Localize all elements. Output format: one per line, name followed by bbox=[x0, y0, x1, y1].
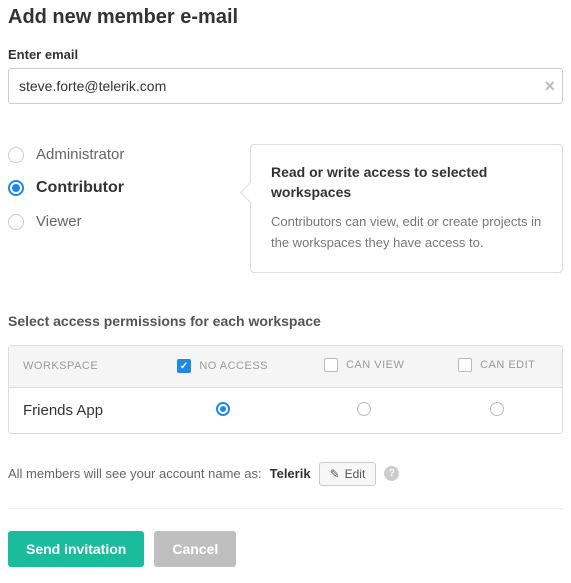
close-icon: × bbox=[544, 76, 555, 96]
clear-email-button[interactable]: × bbox=[544, 77, 555, 95]
role-description-box: Read or write access to selected workspa… bbox=[250, 144, 563, 273]
radio-icon bbox=[8, 214, 24, 230]
col-can-edit[interactable]: CAN EDIT bbox=[458, 358, 535, 372]
role-label: Viewer bbox=[36, 213, 82, 230]
permission-radio-canview[interactable] bbox=[357, 402, 371, 416]
role-label: Administrator bbox=[36, 146, 124, 163]
checkbox-icon bbox=[177, 359, 191, 373]
page-title: Add new member e-mail bbox=[8, 6, 563, 29]
cancel-button[interactable]: Cancel bbox=[154, 531, 236, 567]
roles-list: Administrator Contributor Viewer bbox=[8, 144, 238, 230]
table-row: Friends App bbox=[9, 388, 562, 433]
account-name: Telerik bbox=[270, 466, 311, 481]
permission-radio-noaccess[interactable] bbox=[216, 402, 230, 416]
role-description-title: Read or write access to selected workspa… bbox=[271, 163, 542, 202]
role-option-contributor[interactable]: Contributor bbox=[8, 179, 238, 197]
col-can-edit-label: CAN EDIT bbox=[480, 359, 535, 371]
checkbox-icon bbox=[324, 358, 338, 372]
radio-icon bbox=[8, 180, 24, 196]
account-name-row: All members will see your account name a… bbox=[8, 462, 563, 509]
email-label: Enter email bbox=[8, 47, 563, 62]
email-input[interactable] bbox=[8, 68, 563, 104]
permissions-heading: Select access permissions for each works… bbox=[8, 313, 563, 329]
checkbox-icon bbox=[458, 358, 472, 372]
role-description-body: Contributors can view, edit or create pr… bbox=[271, 212, 542, 254]
col-workspace: WORKSPACE bbox=[9, 346, 148, 388]
col-no-access[interactable]: NO ACCESS bbox=[177, 359, 268, 373]
role-option-administrator[interactable]: Administrator bbox=[8, 146, 238, 163]
account-prefix: All members will see your account name a… bbox=[8, 466, 262, 481]
help-icon[interactable]: ? bbox=[384, 466, 399, 481]
col-no-access-label: NO ACCESS bbox=[199, 360, 268, 372]
radio-icon bbox=[8, 147, 24, 163]
col-can-view-label: CAN VIEW bbox=[346, 359, 404, 371]
send-invitation-button[interactable]: Send invitation bbox=[8, 531, 144, 567]
workspace-name: Friends App bbox=[9, 388, 148, 433]
pencil-icon: ✎ bbox=[330, 467, 340, 481]
edit-label: Edit bbox=[345, 467, 366, 481]
edit-account-button[interactable]: ✎ Edit bbox=[319, 462, 377, 486]
permission-radio-canedit[interactable] bbox=[490, 402, 504, 416]
role-option-viewer[interactable]: Viewer bbox=[8, 213, 238, 230]
role-label: Contributor bbox=[36, 179, 124, 197]
permissions-table: WORKSPACE NO ACCESS CAN VIEW CAN EDIT bbox=[8, 345, 563, 434]
col-can-view[interactable]: CAN VIEW bbox=[324, 358, 404, 372]
